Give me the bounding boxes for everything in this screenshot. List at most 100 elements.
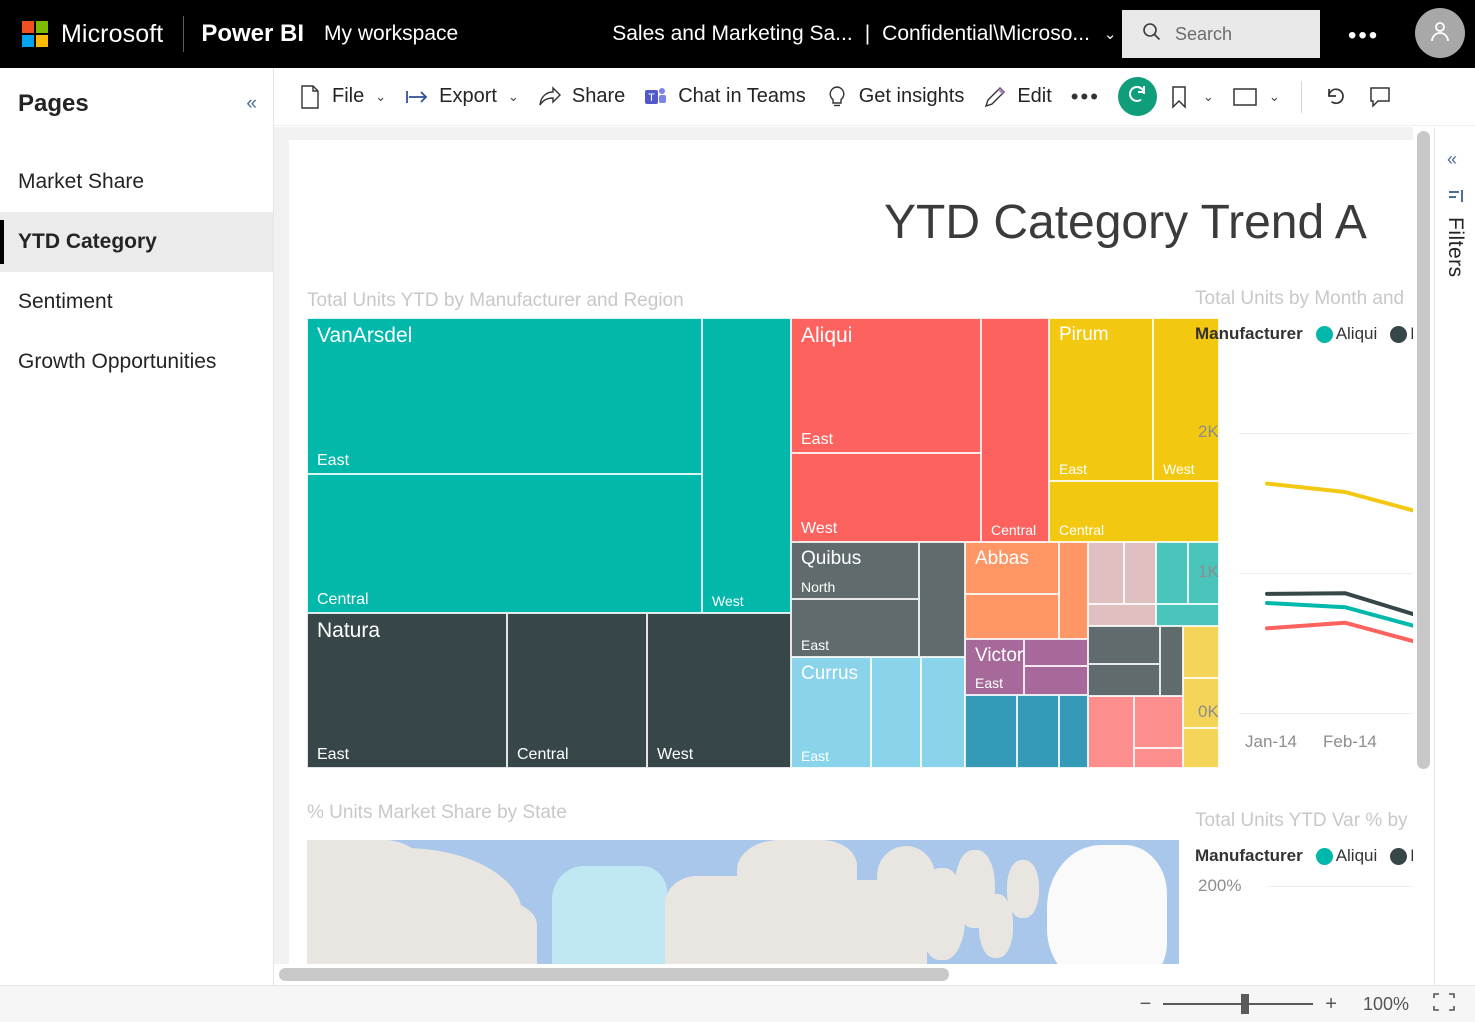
- treemap-cell[interactable]: West: [702, 318, 791, 613]
- zoom-slider[interactable]: [1163, 1003, 1313, 1005]
- sidebar-item-market-share[interactable]: Market Share: [0, 152, 273, 212]
- reset-to-default-button[interactable]: [1118, 77, 1157, 116]
- report-canvas-scroll-area[interactable]: YTD Category Trend A Total Units YTD by …: [274, 127, 1434, 985]
- treemap-cell[interactable]: [1134, 748, 1183, 768]
- report-page-canvas: YTD Category Trend A Total Units YTD by …: [289, 140, 1429, 985]
- treemap-cell[interactable]: [965, 594, 1059, 639]
- topbar-divider: [183, 16, 184, 52]
- treemap-cell-region: East: [317, 746, 349, 764]
- zoom-slider-handle[interactable]: [1241, 994, 1249, 1014]
- treemap-cell[interactable]: [965, 695, 1017, 768]
- treemap-cell[interactable]: Central: [981, 318, 1049, 542]
- vertical-scroll-thumb[interactable]: [1417, 131, 1430, 769]
- treemap-cell[interactable]: [1088, 664, 1160, 696]
- variance-chart-legend[interactable]: Manufacturer Aliqui N: [1195, 846, 1423, 866]
- treemap-cell[interactable]: [1024, 666, 1088, 695]
- line-chart-visual[interactable]: Total Units by Month and Manufacturer Al…: [1195, 288, 1429, 766]
- treemap-cell[interactable]: Central: [1049, 481, 1219, 542]
- bookmark-icon: [1166, 84, 1192, 110]
- avatar[interactable]: [1415, 8, 1465, 58]
- refresh-button[interactable]: [1314, 76, 1358, 118]
- comments-button[interactable]: [1358, 76, 1402, 118]
- canvas-horizontal-scrollbar[interactable]: [274, 964, 1413, 985]
- y-axis-tick-200pct: 200%: [1198, 876, 1241, 896]
- zoom-in-button[interactable]: +: [1325, 993, 1337, 1016]
- treemap-cell[interactable]: [1088, 604, 1156, 626]
- treemap-cell[interactable]: [1088, 626, 1160, 664]
- collapse-pages-pane-icon[interactable]: «: [246, 93, 257, 115]
- treemap-cell[interactable]: [1156, 542, 1188, 604]
- treemap-cell[interactable]: AliquiEast: [791, 318, 981, 453]
- bookmarks-button[interactable]: ⌄: [1157, 76, 1223, 118]
- line-chart-plot: [1239, 433, 1433, 714]
- file-menu-label: File: [332, 85, 364, 108]
- line-chart-legend[interactable]: Manufacturer Aliqui N: [1195, 324, 1423, 344]
- horizontal-scroll-thumb[interactable]: [279, 968, 949, 981]
- treemap-cell[interactable]: [1124, 542, 1156, 604]
- title-separator: |: [865, 22, 870, 46]
- treemap-visual-title: Total Units YTD by Manufacturer and Regi…: [307, 290, 684, 312]
- treemap-cell-region: North: [801, 579, 835, 595]
- treemap-cell[interactable]: West: [791, 453, 981, 542]
- legend-entry-label: Aliqui: [1336, 324, 1378, 344]
- sidebar-item-label: Market Share: [18, 170, 144, 194]
- report-toolbar: File ⌄ Export ⌄ Share T Chat in Teams: [274, 68, 1475, 126]
- sensitivity-label[interactable]: Confidential\Microso...: [882, 22, 1090, 46]
- treemap-cell[interactable]: Central: [507, 613, 647, 768]
- toolbar-overflow-icon[interactable]: •••: [1061, 84, 1110, 110]
- treemap-cell[interactable]: [871, 657, 921, 768]
- treemap-cell[interactable]: East: [791, 599, 919, 657]
- treemap-cell[interactable]: [1017, 695, 1059, 768]
- treemap-cell[interactable]: [919, 542, 965, 657]
- canvas-vertical-scrollbar[interactable]: [1413, 127, 1434, 985]
- treemap-cell[interactable]: [1160, 626, 1183, 696]
- sidebar-item-sentiment[interactable]: Sentiment: [0, 272, 273, 332]
- chat-in-teams-button[interactable]: T Chat in Teams: [634, 76, 814, 118]
- sidebar-item-ytd-category[interactable]: YTD Category: [0, 212, 273, 272]
- treemap-cell[interactable]: [1088, 542, 1124, 604]
- search-input[interactable]: Search: [1122, 10, 1320, 58]
- treemap-cell[interactable]: [1059, 542, 1088, 639]
- treemap-cell-region: East: [801, 748, 829, 764]
- treemap-cell[interactable]: Natura East: [307, 613, 507, 768]
- fit-to-page-button[interactable]: [1431, 993, 1457, 1015]
- get-insights-button[interactable]: Get insights: [815, 76, 974, 118]
- zoom-out-button[interactable]: −: [1140, 993, 1152, 1016]
- treemap-cell-manufacturer: Natura: [317, 619, 380, 643]
- powerbi-product-label[interactable]: Power BI: [201, 20, 304, 48]
- file-menu-button[interactable]: File ⌄: [288, 76, 395, 118]
- sidebar-item-growth-opportunities[interactable]: Growth Opportunities: [0, 332, 273, 392]
- treemap-cell[interactable]: [1059, 695, 1088, 768]
- treemap-cell[interactable]: [1134, 696, 1183, 748]
- filters-pane-rail[interactable]: « Filters: [1434, 127, 1475, 985]
- treemap-cell-manufacturer: Pirum: [1059, 324, 1109, 346]
- variance-chart-visual[interactable]: Total Units YTD Var % by Manufacturer Al…: [1195, 810, 1429, 985]
- report-title-label[interactable]: Sales and Marketing Sa...: [612, 22, 852, 46]
- treemap-cell[interactable]: Abbas: [965, 542, 1059, 594]
- treemap-cell[interactable]: VanArsdelEast: [307, 318, 702, 474]
- treemap-cell[interactable]: CurrusEast: [791, 657, 871, 768]
- share-button[interactable]: Share: [528, 76, 634, 118]
- filter-pane-icon: [1448, 189, 1464, 210]
- treemap-cell[interactable]: QuibusNorth: [791, 542, 919, 599]
- treemap-visual[interactable]: VanArsdelEastCentralWestNaturaEastCentra…: [307, 318, 1179, 768]
- treemap-cell[interactable]: [1088, 696, 1134, 768]
- chevron-down-icon[interactable]: ⌄: [1104, 25, 1117, 43]
- treemap-cell[interactable]: VictoriaEast: [965, 639, 1024, 695]
- sidebar-item-label: Sentiment: [18, 290, 113, 314]
- workspace-label[interactable]: My workspace: [324, 22, 458, 46]
- treemap-cell[interactable]: PirumEast: [1049, 318, 1153, 481]
- legend-color-swatch: [1390, 848, 1407, 865]
- treemap-cell[interactable]: [1024, 639, 1088, 666]
- expand-filters-pane-icon[interactable]: «: [1447, 149, 1457, 170]
- treemap-cell[interactable]: Central: [307, 474, 702, 613]
- export-menu-button[interactable]: Export ⌄: [395, 76, 528, 118]
- microsoft-logo-icon[interactable]: [22, 21, 48, 47]
- edit-button[interactable]: Edit: [973, 76, 1060, 118]
- treemap-cell[interactable]: [921, 657, 965, 768]
- x-axis-tick-feb14: Feb-14: [1323, 732, 1377, 752]
- treemap-cell-region: East: [975, 675, 1003, 691]
- treemap-cell[interactable]: West: [647, 613, 791, 768]
- topbar-more-icon[interactable]: •••: [1348, 22, 1379, 50]
- view-button[interactable]: ⌄: [1223, 76, 1289, 118]
